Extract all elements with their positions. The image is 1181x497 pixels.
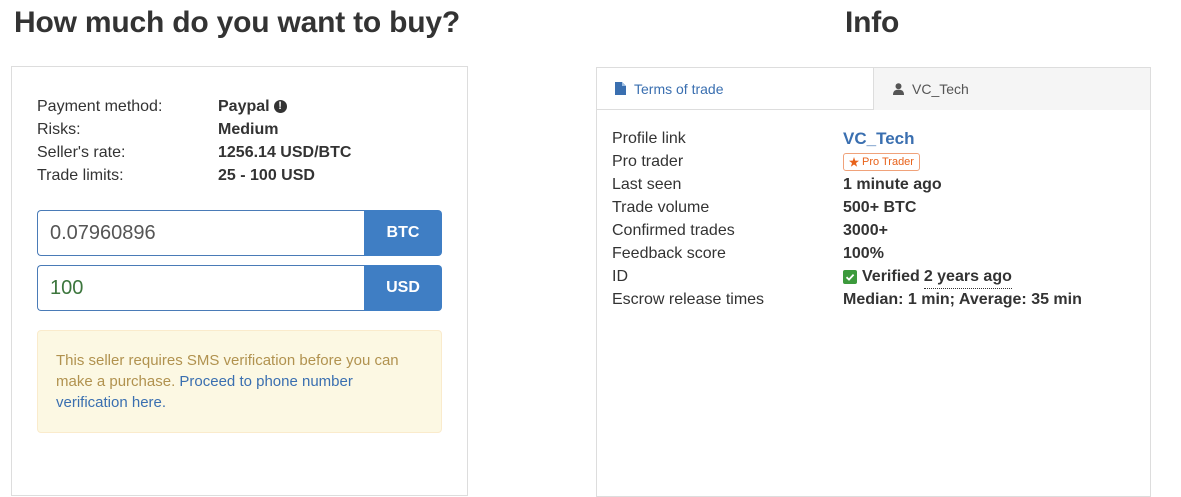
payment-method-label: Payment method: (37, 98, 163, 115)
profile-link-row: Profile link VC_Tech (612, 127, 1082, 150)
btc-amount-input[interactable]: 0.07960896 (37, 210, 364, 256)
btc-input-group: 0.07960896 BTC (37, 210, 442, 256)
usd-input-group: 100 USD (37, 265, 442, 311)
confirmed-trades-row: Confirmed trades 3000+ (612, 219, 1082, 242)
buy-title: How much do you want to buy? (14, 6, 461, 39)
escrow-row: Escrow release times Median: 1 min; Aver… (612, 288, 1082, 311)
user-icon (893, 83, 904, 95)
risks-value: Medium (218, 121, 279, 138)
usd-amount-input[interactable]: 100 (37, 265, 364, 311)
payment-method-value: Paypal (218, 98, 270, 115)
id-verified: Verified (862, 268, 920, 285)
info-exclamation-icon[interactable]: ! (273, 100, 287, 113)
pro-trader-badge: Pro Trader (843, 152, 920, 171)
profile-link[interactable]: VC_Tech (843, 127, 915, 150)
buy-panel: Payment method: Paypal ! Risks: Medium S… (11, 66, 468, 496)
btc-unit-addon: BTC (364, 210, 442, 256)
profile-link-label: Profile link (612, 130, 686, 147)
pro-trader-row: Pro trader Pro Trader (612, 150, 1082, 173)
tab-user-label: VC_Tech (912, 81, 969, 97)
tab-terms-label: Terms of trade (634, 80, 724, 97)
id-row: ID Verified 2 years ago (612, 265, 1082, 289)
info-tabs: Terms of trade VC_Tech (597, 68, 1150, 110)
rate-row: Seller's rate: 1256.14 USD/BTC (37, 141, 351, 164)
rate-label: Seller's rate: (37, 144, 126, 161)
last-seen-value: 1 minute ago (843, 176, 942, 193)
star-icon (849, 156, 859, 167)
feedback-score-label: Feedback score (612, 245, 726, 262)
risks-row: Risks: Medium (37, 118, 351, 141)
trader-info: Profile link VC_Tech Pro trader Pro Trad… (612, 127, 1082, 311)
payment-method-row: Payment method: Paypal ! (37, 95, 351, 118)
tab-terms-of-trade[interactable]: Terms of trade (597, 68, 874, 110)
trade-volume-row: Trade volume 500+ BTC (612, 196, 1082, 219)
document-icon (615, 82, 626, 95)
pro-trader-badge-label: Pro Trader (862, 155, 914, 168)
trade-volume-value: 500+ BTC (843, 199, 917, 216)
info-panel: Terms of trade VC_Tech Profile link VC_T… (596, 67, 1151, 497)
rate-value: 1256.14 USD/BTC (218, 144, 352, 161)
feedback-score-row: Feedback score 100% (612, 242, 1082, 265)
last-seen-row: Last seen 1 minute ago (612, 173, 1082, 196)
trade-volume-label: Trade volume (612, 199, 710, 216)
escrow-label: Escrow release times (612, 291, 765, 308)
check-icon (843, 269, 857, 284)
last-seen-label: Last seen (612, 176, 682, 193)
offer-details: Payment method: Paypal ! Risks: Medium S… (37, 95, 351, 187)
risks-label: Risks: (37, 121, 81, 138)
id-label: ID (612, 268, 628, 285)
confirmed-trades-label: Confirmed trades (612, 222, 735, 239)
limits-value: 25 - 100 USD (218, 167, 315, 184)
info-title: Info (845, 6, 900, 39)
tab-user-profile[interactable]: VC_Tech (874, 68, 1150, 110)
confirmed-trades-value: 3000+ (843, 222, 888, 239)
usd-unit-addon: USD (364, 265, 442, 311)
escrow-value: Median: 1 min; Average: 35 min (843, 291, 1082, 308)
sms-verification-alert: This seller requires SMS verification be… (37, 330, 442, 433)
feedback-score-value: 100% (843, 245, 884, 262)
limits-row: Trade limits: 25 - 100 USD (37, 164, 351, 187)
pro-trader-label: Pro trader (612, 153, 684, 170)
id-verified-time[interactable]: 2 years ago (923, 265, 1012, 289)
limits-label: Trade limits: (37, 167, 124, 184)
